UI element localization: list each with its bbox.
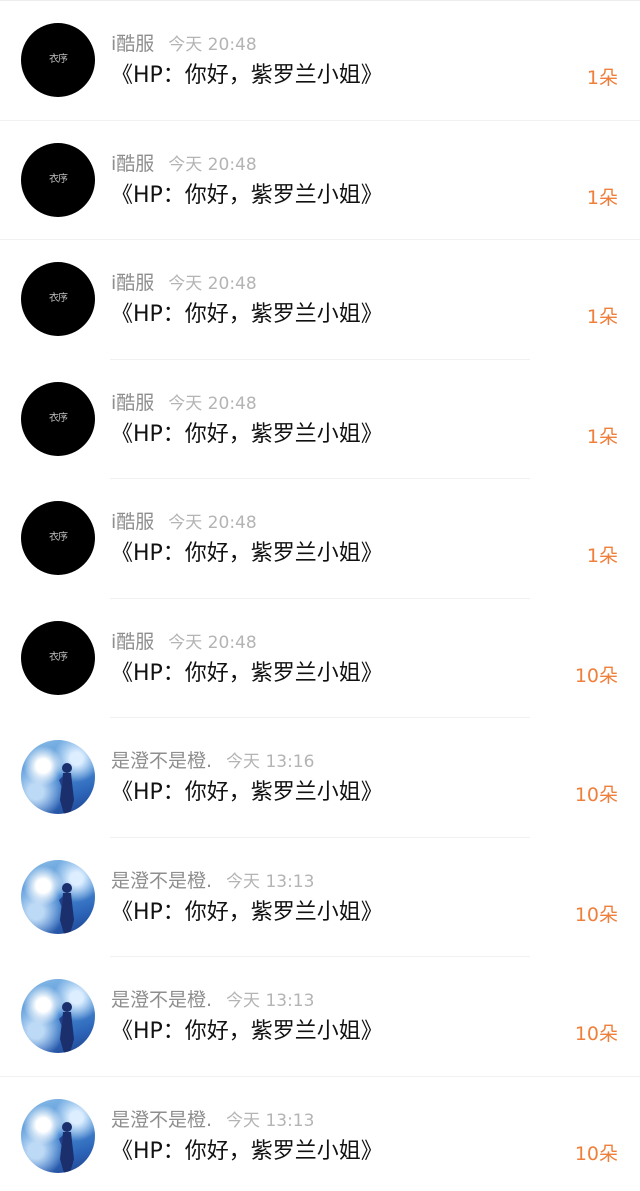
timestamp: 今天 20:48 (168, 274, 257, 294)
list-item[interactable]: 是澄不是橙. 今天 13:13 《HP：你好，紫罗兰小姐》 10朵 (0, 957, 640, 1077)
book-title[interactable]: 《HP：你好，紫罗兰小姐》 (111, 59, 383, 93)
user-name[interactable]: i酷服 (111, 392, 154, 414)
book-title[interactable]: 《HP：你好，紫罗兰小姐》 (111, 776, 383, 810)
flower-count: 1朵 (586, 545, 618, 567)
avatar[interactable] (21, 859, 95, 934)
avatar-logo-text: 衣序 (49, 532, 68, 543)
user-name[interactable]: i酷服 (111, 631, 154, 653)
timestamp: 今天 13:13 (226, 871, 315, 892)
avatar-logo-text: 衣序 (49, 293, 68, 304)
timestamp: 今天 13:13 (226, 991, 315, 1011)
avatar[interactable]: 衣序 (21, 23, 95, 97)
list-item[interactable]: 是澄不是橙. 今天 13:13 《HP：你好，紫罗兰小姐》 10朵 (0, 1077, 640, 1191)
avatar-figure-icon (59, 1121, 74, 1173)
avatar[interactable]: 衣序 (21, 262, 95, 336)
flower-count: 1朵 (586, 306, 618, 328)
timestamp: 今天 20:48 (168, 154, 257, 175)
timestamp: 今天 20:48 (168, 393, 257, 414)
flower-count: 1朵 (586, 425, 618, 448)
gift-record-list: 衣序 i酷服 今天 20:48 《HP：你好，紫罗兰小姐》 1朵 衣序 i酷服 今天… (0, 0, 640, 1191)
flower-count: 10朵 (574, 1023, 618, 1045)
user-name[interactable]: i酷服 (111, 153, 154, 175)
book-title[interactable]: 《HP：你好，紫罗兰小姐》 (111, 298, 383, 332)
flower-count: 1朵 (586, 67, 618, 89)
list-item[interactable]: 衣序 i酷服 今天 20:48 《HP：你好，紫罗兰小姐》 1朵 (0, 1, 640, 121)
user-name[interactable]: i酷服 (111, 33, 154, 55)
flower-count: 10朵 (574, 1142, 618, 1165)
book-title[interactable]: 《HP：你好，紫罗兰小姐》 (111, 179, 383, 213)
avatar-logo-text: 衣序 (49, 651, 68, 663)
user-name[interactable]: i酷服 (111, 272, 154, 294)
avatar-logo-text: 衣序 (49, 173, 68, 185)
avatar[interactable]: 衣序 (21, 142, 95, 217)
timestamp: 今天 13:16 (226, 752, 315, 772)
avatar-figure-icon (59, 1002, 74, 1053)
list-item[interactable]: 衣序 i酷服 今天 20:48 《HP：你好，紫罗兰小姐》 1朵 (0, 121, 640, 240)
timestamp: 今天 13:13 (226, 1110, 315, 1131)
avatar[interactable]: 衣序 (21, 620, 95, 695)
list-item[interactable]: 衣序 i酷服 今天 20:48 《HP：你好，紫罗兰小姐》 1朵 (0, 479, 640, 599)
user-name[interactable]: 是澄不是橙. (111, 750, 212, 772)
avatar-logo-text: 衣序 (49, 412, 68, 424)
avatar-figure-icon (59, 763, 74, 814)
list-item[interactable]: 衣序 i酷服 今天 20:48 《HP：你好，紫罗兰小姐》 1朵 (0, 360, 640, 479)
list-item[interactable]: 衣序 i酷服 今天 20:48 《HP：你好，紫罗兰小姐》 1朵 (0, 240, 640, 360)
avatar-logo-text: 衣序 (49, 54, 68, 65)
flower-count: 1朵 (586, 186, 618, 209)
user-name[interactable]: 是澄不是橙. (111, 1109, 212, 1131)
timestamp: 今天 20:48 (168, 35, 257, 55)
book-title[interactable]: 《HP：你好，紫罗兰小姐》 (111, 537, 383, 571)
avatar[interactable] (21, 740, 95, 814)
book-title[interactable]: 《HP：你好，紫罗兰小姐》 (111, 1135, 383, 1169)
flower-count: 10朵 (574, 664, 618, 687)
user-name[interactable]: i酷服 (111, 511, 154, 533)
avatar[interactable]: 衣序 (21, 501, 95, 575)
timestamp: 今天 20:48 (168, 513, 257, 533)
book-title[interactable]: 《HP：你好，紫罗兰小姐》 (111, 657, 383, 691)
list-item[interactable]: 是澄不是橙. 今天 13:16 《HP：你好，紫罗兰小姐》 10朵 (0, 718, 640, 838)
book-title[interactable]: 《HP：你好，紫罗兰小姐》 (111, 896, 383, 930)
avatar[interactable] (21, 1098, 95, 1173)
list-item[interactable]: 衣序 i酷服 今天 20:48 《HP：你好，紫罗兰小姐》 10朵 (0, 599, 640, 718)
avatar[interactable] (21, 979, 95, 1053)
timestamp: 今天 20:48 (168, 632, 257, 653)
book-title[interactable]: 《HP：你好，紫罗兰小姐》 (111, 418, 383, 452)
flower-count: 10朵 (574, 784, 618, 806)
user-name[interactable]: 是澄不是橙. (111, 870, 212, 892)
flower-count: 10朵 (574, 903, 618, 926)
list-item[interactable]: 是澄不是橙. 今天 13:13 《HP：你好，紫罗兰小姐》 10朵 (0, 838, 640, 957)
avatar-figure-icon (59, 882, 74, 934)
user-name[interactable]: 是澄不是橙. (111, 989, 212, 1011)
book-title[interactable]: 《HP：你好，紫罗兰小姐》 (111, 1015, 383, 1049)
avatar[interactable]: 衣序 (21, 381, 95, 456)
